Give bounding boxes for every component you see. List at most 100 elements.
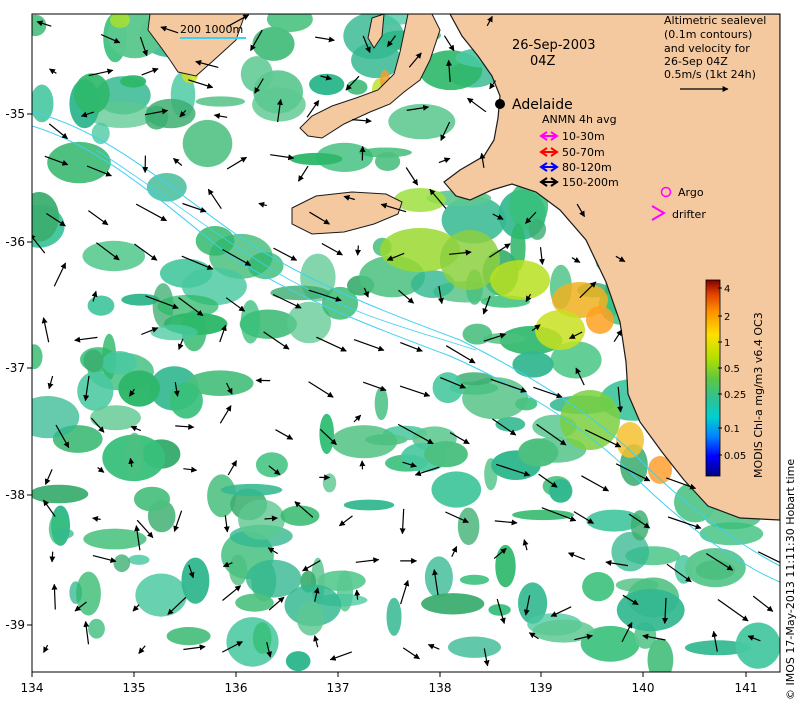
chl-patch <box>424 556 453 598</box>
chl-patch <box>182 119 233 168</box>
y-tick-label: -36 <box>5 235 25 249</box>
chl-patch <box>90 405 141 431</box>
chl-patch <box>74 73 110 115</box>
argo-label: Argo <box>678 186 704 199</box>
y-tick-label: -37 <box>5 361 25 375</box>
chl-patch <box>125 432 144 478</box>
x-tick-label: 135 <box>123 681 146 695</box>
chl-patch <box>238 499 285 540</box>
anmn-label: 10-30m <box>562 130 605 143</box>
chl-patch <box>118 370 160 407</box>
credit: © IMOS 17-May-2013 11:11:30 Hobart time <box>784 458 797 700</box>
chl-patch <box>195 226 235 256</box>
x-tick-label: 137 <box>327 681 350 695</box>
colorbar-tick-label: 0.05 <box>724 451 746 462</box>
x-tick-label: 141 <box>735 681 758 695</box>
chl-patch <box>374 386 389 421</box>
altimetry-line-5: 0.5m/s (1kt 24h) <box>664 68 756 81</box>
chl-patch <box>346 79 368 95</box>
chl-patch-high <box>560 390 620 450</box>
chl-patch <box>289 152 343 166</box>
chl-patch <box>528 218 546 240</box>
chl-patch <box>512 351 554 378</box>
colorbar-title: MODIS Chl-a mg/m3 v6.4 OC3 <box>752 312 765 478</box>
chl-patch <box>549 479 573 503</box>
chl-patch <box>157 294 219 318</box>
chl-patch <box>309 73 345 96</box>
chl-patch <box>91 122 110 145</box>
chl-patch <box>296 600 324 636</box>
colorbar-scale <box>705 279 721 477</box>
altimetry-line-4: 26-Sep 04Z <box>664 55 728 68</box>
chl-patch <box>146 173 187 202</box>
chl-patch <box>319 413 335 455</box>
x-tick-label: 140 <box>632 681 655 695</box>
map-date: 26-Sep-2003 <box>512 38 596 53</box>
chl-patch <box>101 351 137 375</box>
chl-patch <box>735 622 780 669</box>
chl-patch-high <box>616 422 644 458</box>
chlorophyll-map: 134 135 136 137 138 139 140 141 -35 -36 -37 -38 -39… <box>5 13 781 695</box>
chl-patch <box>32 344 43 370</box>
colorbar-tick-label: 0.5 <box>724 364 740 375</box>
chl-patch <box>424 441 468 468</box>
chl-patch <box>135 573 187 617</box>
x-axis: 134 135 136 137 138 139 140 141 <box>21 672 758 695</box>
chl-patch <box>252 26 295 61</box>
chl-patch <box>457 507 480 546</box>
chl-patch <box>32 396 80 439</box>
altimetry-line-1: Altimetric sealevel <box>664 14 766 27</box>
chl-patch <box>343 499 395 511</box>
chl-patch <box>322 473 337 493</box>
chl-patch <box>87 295 115 316</box>
map-time: 04Z <box>530 54 556 69</box>
chl-patch <box>280 505 320 526</box>
chl-patch <box>150 324 198 341</box>
chl-patch <box>220 483 283 496</box>
anmn-label: 50-70m <box>562 146 605 159</box>
chl-patch <box>431 471 482 508</box>
drifter-label: drifter <box>672 208 706 221</box>
chl-patch <box>421 593 485 615</box>
chl-patch <box>512 509 575 521</box>
chl-patch-high <box>535 310 585 350</box>
chl-patch-high <box>490 260 550 300</box>
chl-patch <box>240 300 261 344</box>
x-tick-label: 136 <box>225 681 248 695</box>
chl-patch-high <box>586 306 614 334</box>
chl-patch <box>462 323 493 345</box>
y-tick-label: -35 <box>5 107 25 121</box>
chl-patch <box>375 152 401 171</box>
chl-patch <box>695 560 735 580</box>
chl-patch <box>77 371 114 411</box>
chl-patch <box>459 574 490 585</box>
anmn-label: 150-200m <box>562 176 619 189</box>
colorbar-tick-label: 4 <box>724 284 730 295</box>
altimetry-line-3: and velocity for <box>664 42 750 55</box>
chl-patch <box>448 636 501 658</box>
colorbar-tick-label: 0.25 <box>724 390 746 401</box>
x-tick-label: 134 <box>21 681 44 695</box>
chl-patch <box>207 474 237 518</box>
chl-patch <box>120 75 147 88</box>
chl-patch <box>169 382 203 419</box>
chl-patch <box>351 42 402 79</box>
chl-patch <box>32 484 89 504</box>
chl-patch <box>76 571 101 616</box>
velocity-arrow <box>355 245 362 256</box>
chl-patch <box>113 554 131 572</box>
chl-patch <box>128 554 150 565</box>
chl-patch <box>255 452 288 478</box>
chl-patch <box>616 588 685 632</box>
chl-patch <box>47 141 111 184</box>
colorbar-tick-label: 1 <box>724 338 730 349</box>
x-tick-label: 139 <box>530 681 553 695</box>
scale-label: 200 1000m <box>180 23 243 36</box>
y-axis: -35 -36 -37 -38 -39 <box>5 107 32 632</box>
adelaide-marker <box>495 99 505 109</box>
velocity-arrow <box>49 551 56 563</box>
colorbar-tick-label: 0.1 <box>724 424 740 435</box>
chl-patch <box>285 651 311 672</box>
y-tick-label: -39 <box>5 618 25 632</box>
chl-patch <box>331 425 398 459</box>
